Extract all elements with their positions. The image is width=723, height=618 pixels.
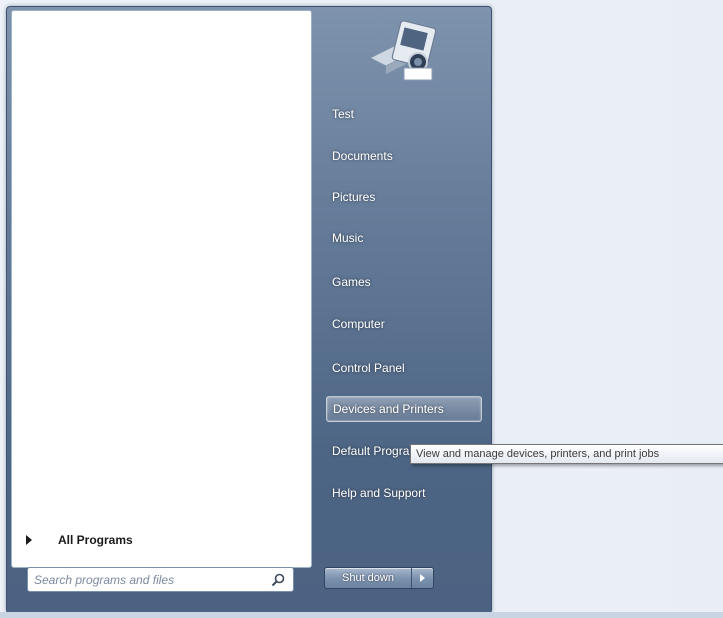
pinned-programs-list — [12, 11, 311, 511]
search-box[interactable] — [27, 567, 294, 592]
search-icon[interactable] — [269, 571, 287, 589]
right-item-label: Control Panel — [332, 361, 405, 375]
right-item-computer[interactable]: Computer — [326, 311, 482, 337]
tooltip: View and manage devices, printers, and p… — [410, 444, 723, 464]
tooltip-text: View and manage devices, printers, and p… — [416, 448, 660, 460]
right-item-help-and-support[interactable]: Help and Support — [326, 480, 482, 506]
shutdown-button-group: Shut down — [324, 567, 434, 589]
right-item-music[interactable]: Music — [326, 225, 482, 251]
taskbar-edge — [0, 612, 723, 618]
shutdown-options-button[interactable] — [411, 568, 433, 588]
right-item-label: Computer — [332, 317, 385, 331]
right-item-label: Games — [332, 275, 371, 289]
right-item-label: Help and Support — [332, 486, 426, 500]
right-item-pictures[interactable]: Pictures — [326, 184, 482, 210]
search-input[interactable] — [34, 572, 254, 587]
right-item-label: Pictures — [332, 190, 376, 204]
start-menu-left-pane: All Programs — [11, 10, 312, 568]
triangle-right-icon — [26, 535, 32, 545]
right-item-control-panel[interactable]: Control Panel — [326, 355, 482, 381]
right-item-devices-and-printers[interactable]: Devices and Printers — [326, 396, 482, 422]
right-item-label: Test — [332, 107, 355, 121]
shutdown-label: Shut down — [342, 572, 394, 584]
all-programs-label: All Programs — [58, 533, 133, 547]
shutdown-button[interactable]: Shut down — [325, 568, 411, 588]
right-item-documents[interactable]: Documents — [326, 143, 482, 169]
camera-icon[interactable] — [364, 18, 442, 86]
right-item-games[interactable]: Games — [326, 269, 482, 295]
right-item-label: Documents — [332, 149, 393, 163]
right-item-label: Music — [332, 231, 364, 245]
chevron-right-icon — [420, 574, 425, 582]
all-programs-button[interactable]: All Programs — [26, 529, 296, 551]
right-item-label: Devices and Printers — [333, 402, 444, 416]
right-item-test[interactable]: Test — [326, 101, 482, 127]
